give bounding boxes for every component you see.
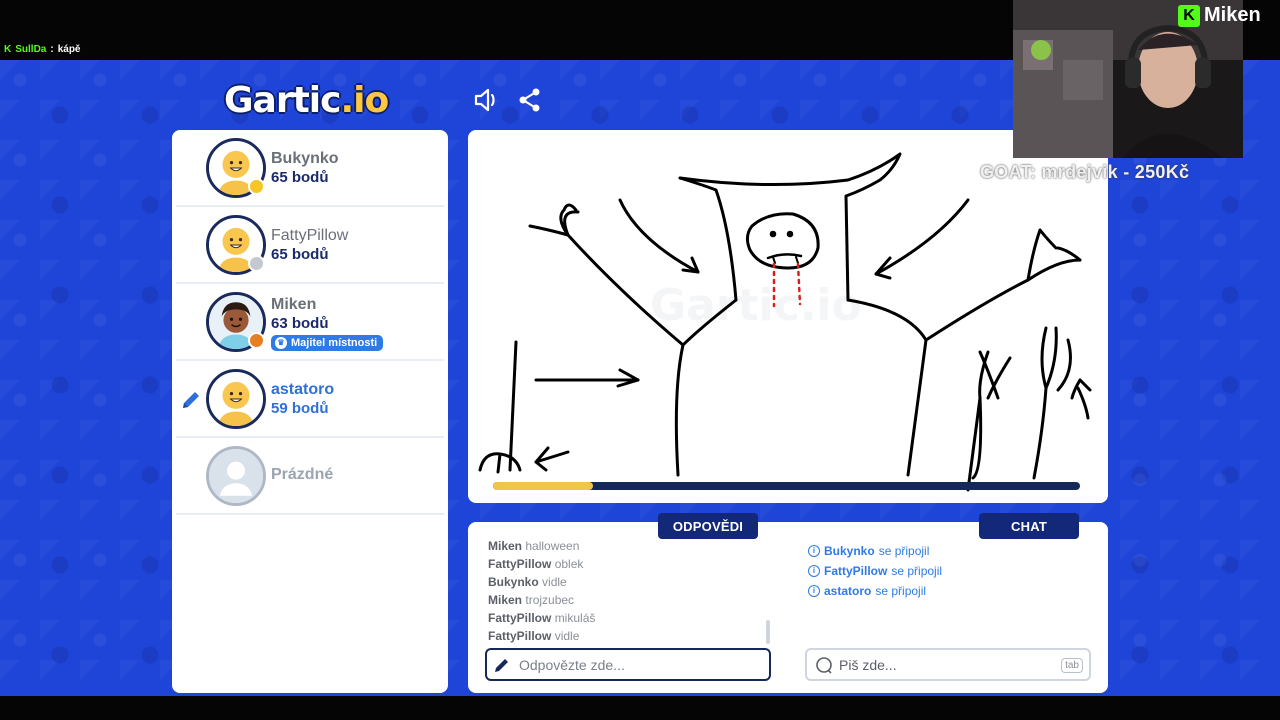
answers-scrollbar[interactable] bbox=[766, 620, 770, 644]
answer-input[interactable] bbox=[519, 656, 759, 673]
status-dot bbox=[248, 178, 265, 195]
list-item: Bukynko vidle bbox=[488, 575, 567, 589]
answers-list: Miken halloween FattyPillow oblek Bukynk… bbox=[488, 537, 768, 645]
stream-chat-line: K SullDa : kápě bbox=[4, 44, 81, 55]
player-score: 65 bodů bbox=[271, 246, 329, 263]
empty-avatar-icon bbox=[206, 446, 266, 506]
pencil-icon bbox=[495, 658, 508, 672]
chat-field[interactable]: tab bbox=[805, 648, 1091, 681]
info-icon: i bbox=[808, 545, 820, 557]
drawing-canvas[interactable]: Gartic.io bbox=[468, 130, 1108, 503]
chat-bubble-icon bbox=[816, 656, 832, 674]
player-name: Bukynko bbox=[271, 150, 339, 167]
round-timer-fill bbox=[493, 482, 593, 490]
tab-answers[interactable]: ODPOVĚDI bbox=[658, 513, 758, 539]
list-item: i FattyPillow se připojil bbox=[808, 561, 1098, 581]
empty-slot-label: Prázdné bbox=[271, 466, 334, 483]
crown-icon: ♛ bbox=[275, 336, 287, 349]
room-owner-badge: ♛ Majitel místnosti bbox=[271, 334, 384, 351]
player-name: Miken bbox=[271, 296, 317, 313]
kick-icon: K bbox=[4, 44, 12, 55]
chat-input[interactable] bbox=[839, 656, 1049, 673]
status-dot bbox=[248, 255, 265, 272]
list-item: FattyPillow vidle bbox=[488, 629, 580, 643]
tab-chat[interactable]: CHAT bbox=[979, 513, 1079, 539]
player-score: 65 bodů bbox=[271, 169, 329, 186]
player-name: FattyPillow bbox=[271, 227, 349, 244]
list-item: FattyPillow oblek bbox=[488, 557, 584, 571]
speaker-icon[interactable] bbox=[472, 86, 500, 114]
player-row[interactable]: astatoro 59 bodů bbox=[176, 361, 444, 438]
round-timer bbox=[493, 482, 1080, 490]
gartic-logo[interactable]: Gartic.io bbox=[224, 80, 389, 121]
pencil-icon bbox=[180, 389, 202, 411]
drawing-strokes bbox=[478, 152, 1092, 492]
tab-key-hint: tab bbox=[1061, 658, 1083, 673]
donation-goal: GOAT: mrdejvik - 250Kč bbox=[980, 162, 1190, 182]
empty-slot: Prázdné bbox=[176, 438, 444, 515]
streamer-name: Miken bbox=[1204, 4, 1261, 26]
player-row[interactable]: FattyPillow 65 bodů bbox=[176, 207, 444, 284]
player-score: 59 bodů bbox=[271, 400, 329, 417]
list-item: i Bukynko se připojil bbox=[808, 541, 1098, 561]
player-score: 63 bodů bbox=[271, 315, 329, 332]
avatar bbox=[206, 369, 266, 429]
list-item: i astatoro se připojil bbox=[808, 581, 1098, 601]
answer-field[interactable] bbox=[485, 648, 771, 681]
list-item: Miken halloween bbox=[488, 539, 580, 553]
list-item: Miken trojzubec bbox=[488, 593, 575, 607]
stream-chat-text: kápě bbox=[57, 44, 81, 55]
info-icon: i bbox=[808, 585, 820, 597]
chat-list: i Bukynko se připojil i FattyPillow se připo… bbox=[808, 541, 1098, 601]
stream-bottom-bar bbox=[0, 696, 1280, 720]
player-row[interactable]: Miken 63 bodů ♛ Majitel místnosti bbox=[176, 284, 444, 361]
share-icon[interactable] bbox=[516, 86, 544, 114]
status-dot bbox=[248, 332, 265, 349]
streamer-tag: K Miken bbox=[1178, 4, 1261, 27]
info-icon: i bbox=[808, 565, 820, 577]
player-row[interactable]: Bukynko 65 bodů bbox=[176, 130, 444, 207]
list-item: FattyPillow mikuláš bbox=[488, 611, 596, 625]
player-list: Bukynko 65 bodů FattyPillow 65 bodů Mike… bbox=[172, 130, 448, 693]
stream-frame: K SullDa : kápě Gartic.io Bukynko 65 bod… bbox=[0, 0, 1280, 720]
player-name: astatoro bbox=[271, 381, 335, 398]
kick-logo-icon: K bbox=[1178, 4, 1200, 27]
stream-chat-user: SullDa bbox=[15, 44, 47, 55]
